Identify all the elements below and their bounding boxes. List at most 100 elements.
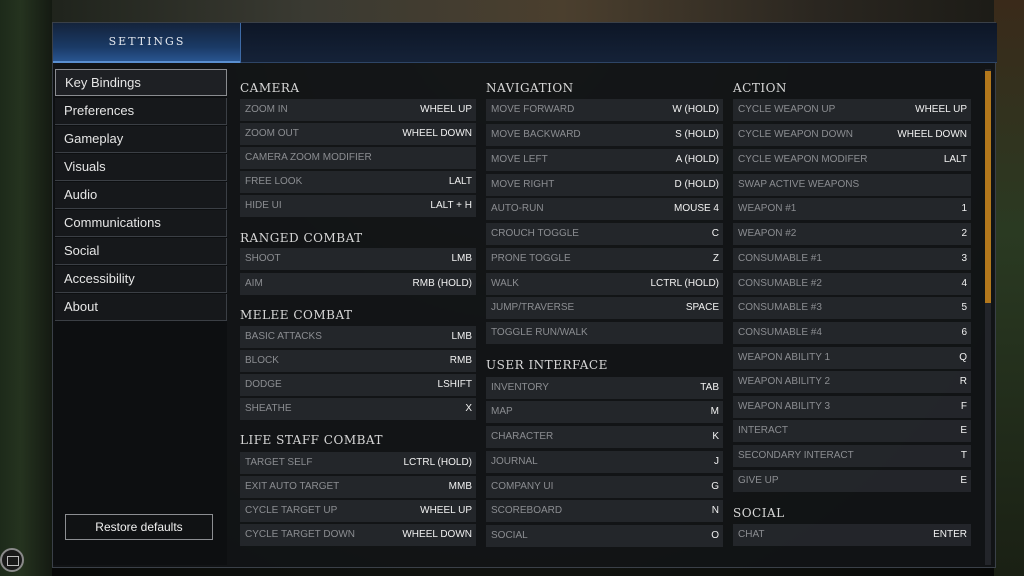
binding-key[interactable]: MMB — [449, 476, 472, 498]
sidebar-item-accessibility[interactable]: Accessibility — [55, 266, 227, 293]
binding-row[interactable]: BLOCK RMB — [240, 350, 476, 372]
binding-key[interactable]: S (HOLD) — [675, 124, 719, 146]
binding-key[interactable]: A (HOLD) — [676, 149, 719, 171]
binding-row[interactable]: BASIC ATTACKS LMB — [240, 326, 476, 348]
binding-row[interactable]: CROUCH TOGGLE C — [486, 223, 723, 245]
binding-key[interactable]: 1 — [961, 198, 967, 220]
restore-defaults-button[interactable]: Restore defaults — [65, 514, 213, 540]
binding-key[interactable]: LALT + H — [430, 195, 472, 217]
binding-row[interactable]: SWAP ACTIVE WEAPONS — [733, 174, 971, 196]
binding-row[interactable]: MOVE LEFT A (HOLD) — [486, 149, 723, 171]
binding-row[interactable]: AIM RMB (HOLD) — [240, 273, 476, 295]
binding-row[interactable]: WALK LCTRL (HOLD) — [486, 273, 723, 295]
binding-key[interactable]: K — [712, 426, 719, 448]
settings-tab[interactable]: SETTINGS — [53, 23, 241, 63]
binding-key[interactable]: X — [465, 398, 472, 420]
binding-key[interactable]: LMB — [451, 326, 472, 348]
scrollbar-thumb[interactable] — [985, 71, 991, 303]
binding-row[interactable]: HIDE UI LALT + H — [240, 195, 476, 217]
binding-key[interactable]: SPACE — [686, 297, 719, 319]
binding-row[interactable]: AUTO-RUN MOUSE 4 — [486, 198, 723, 220]
binding-key[interactable]: J — [714, 451, 719, 473]
binding-row[interactable]: WEAPON ABILITY 2 R — [733, 371, 971, 393]
binding-row[interactable]: SECONDARY INTERACT T — [733, 445, 971, 467]
binding-key[interactable]: WHEEL UP — [420, 99, 472, 121]
sidebar-item-audio[interactable]: Audio — [55, 182, 227, 209]
binding-key[interactable]: E — [960, 470, 967, 492]
binding-row[interactable]: MOVE FORWARD W (HOLD) — [486, 99, 723, 121]
binding-row[interactable]: SHOOT LMB — [240, 248, 476, 270]
binding-row[interactable]: CYCLE TARGET DOWN WHEEL DOWN — [240, 524, 476, 546]
binding-key[interactable]: N — [712, 500, 719, 522]
binding-key[interactable]: LCTRL (HOLD) — [403, 452, 472, 474]
binding-key[interactable]: G — [711, 476, 719, 498]
binding-row[interactable]: EXIT AUTO TARGET MMB — [240, 476, 476, 498]
binding-row[interactable]: CYCLE WEAPON UP WHEEL UP — [733, 99, 971, 121]
binding-key[interactable]: C — [712, 223, 719, 245]
binding-key[interactable]: WHEEL UP — [420, 500, 472, 522]
binding-key[interactable]: MOUSE 4 — [674, 198, 719, 220]
binding-row[interactable]: FREE LOOK LALT — [240, 171, 476, 193]
binding-key[interactable]: D (HOLD) — [675, 174, 719, 196]
binding-key[interactable]: E — [960, 420, 967, 442]
binding-row[interactable]: WEAPON ABILITY 3 F — [733, 396, 971, 418]
binding-row[interactable]: CYCLE WEAPON DOWN WHEEL DOWN — [733, 124, 971, 146]
binding-row[interactable]: ZOOM OUT WHEEL DOWN — [240, 123, 476, 145]
binding-row[interactable]: TOGGLE RUN/WALK — [486, 322, 723, 344]
binding-row[interactable]: WEAPON #1 1 — [733, 198, 971, 220]
binding-row[interactable]: TARGET SELF LCTRL (HOLD) — [240, 452, 476, 474]
binding-row[interactable]: CONSUMABLE #4 6 — [733, 322, 971, 344]
binding-row[interactable]: CONSUMABLE #2 4 — [733, 273, 971, 295]
binding-row[interactable]: SOCIAL O — [486, 525, 723, 547]
binding-key[interactable]: T — [961, 445, 967, 467]
binding-row[interactable]: SHEATHE X — [240, 398, 476, 420]
binding-key[interactable]: LALT — [944, 149, 967, 171]
chat-toggle-icon[interactable] — [0, 548, 24, 572]
binding-key[interactable]: 2 — [961, 223, 967, 245]
binding-row[interactable]: WEAPON #2 2 — [733, 223, 971, 245]
binding-row[interactable]: CHARACTER K — [486, 426, 723, 448]
binding-row[interactable]: CYCLE TARGET UP WHEEL UP — [240, 500, 476, 522]
binding-row[interactable]: WEAPON ABILITY 1 Q — [733, 347, 971, 369]
binding-row[interactable]: JOURNAL J — [486, 451, 723, 473]
binding-key[interactable]: M — [711, 401, 719, 423]
binding-row[interactable]: MOVE RIGHT D (HOLD) — [486, 174, 723, 196]
binding-key[interactable]: W (HOLD) — [672, 99, 719, 121]
binding-row[interactable]: CAMERA ZOOM MODIFIER — [240, 147, 476, 169]
binding-key[interactable]: RMB (HOLD) — [413, 273, 472, 295]
binding-row[interactable]: ZOOM IN WHEEL UP — [240, 99, 476, 121]
sidebar-item-visuals[interactable]: Visuals — [55, 154, 227, 181]
sidebar-item-social[interactable]: Social — [55, 238, 227, 265]
binding-key[interactable]: Z — [713, 248, 719, 270]
binding-row[interactable]: CONSUMABLE #3 5 — [733, 297, 971, 319]
binding-key[interactable]: F — [961, 396, 967, 418]
binding-row[interactable]: MAP M — [486, 401, 723, 423]
binding-key[interactable]: 6 — [961, 322, 967, 344]
binding-key[interactable]: WHEEL DOWN — [897, 124, 967, 146]
binding-row[interactable]: JUMP/TRAVERSE SPACE — [486, 297, 723, 319]
sidebar-item-preferences[interactable]: Preferences — [55, 98, 227, 125]
binding-row[interactable]: MOVE BACKWARD S (HOLD) — [486, 124, 723, 146]
binding-key[interactable]: WHEEL DOWN — [402, 123, 472, 145]
sidebar-item-about[interactable]: About — [55, 294, 227, 321]
binding-row[interactable]: DODGE LSHIFT — [240, 374, 476, 396]
binding-key[interactable]: WHEEL DOWN — [402, 524, 472, 546]
sidebar-item-gameplay[interactable]: Gameplay — [55, 126, 227, 153]
binding-key[interactable]: LMB — [451, 248, 472, 270]
binding-key[interactable]: R — [960, 371, 967, 393]
binding-key[interactable]: 3 — [961, 248, 967, 270]
sidebar-item-communications[interactable]: Communications — [55, 210, 227, 237]
binding-key[interactable]: O — [711, 525, 719, 547]
binding-row[interactable]: SCOREBOARD N — [486, 500, 723, 522]
binding-row[interactable]: CYCLE WEAPON MODIFER LALT — [733, 149, 971, 171]
binding-row[interactable]: GIVE UP E — [733, 470, 971, 492]
binding-key[interactable]: LCTRL (HOLD) — [650, 273, 719, 295]
binding-key[interactable]: LSHIFT — [438, 374, 472, 396]
binding-key[interactable]: LALT — [449, 171, 472, 193]
binding-row[interactable]: INTERACT E — [733, 420, 971, 442]
binding-row[interactable]: COMPANY UI G — [486, 476, 723, 498]
binding-row[interactable]: INVENTORY TAB — [486, 377, 723, 399]
binding-row[interactable]: CHAT ENTER — [733, 524, 971, 546]
binding-key[interactable]: TAB — [700, 377, 719, 399]
binding-key[interactable]: ENTER — [933, 524, 967, 546]
